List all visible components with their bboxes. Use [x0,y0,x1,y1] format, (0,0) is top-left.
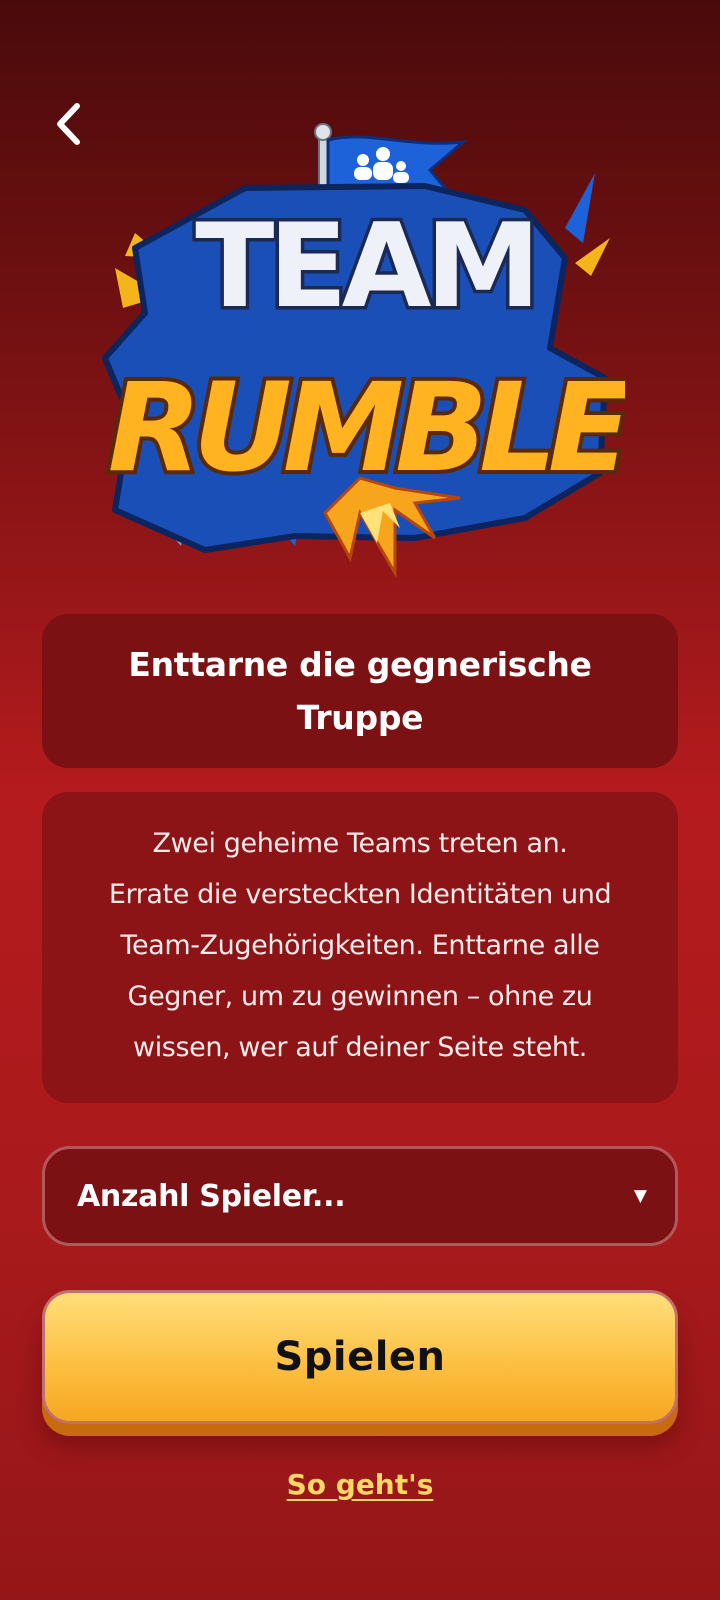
play-button-label: Spielen [274,1334,446,1380]
svg-text:RUMBLE: RUMBLE [108,357,625,499]
team-rumble-logo: TEAM RUMBLE [95,118,643,588]
headline: Enttarne die gegnerische Truppe [128,645,592,737]
headline-card: Enttarne die gegnerische Truppe [42,614,678,768]
back-button[interactable] [44,96,92,156]
player-count-select[interactable]: Anzahl Spieler... ▼ [42,1146,678,1246]
play-button[interactable]: Spielen [42,1290,678,1424]
player-count-placeholder: Anzahl Spieler... [77,1178,346,1214]
chevron-left-icon [53,101,83,151]
description-card: Zwei geheime Teams treten an. Errate die… [42,792,678,1103]
svg-text:TEAM: TEAM [195,199,535,334]
caret-down-icon: ▼ [633,1186,647,1206]
how-to-link[interactable]: So geht's [0,1468,720,1501]
description-text: Zwei geheime Teams treten an. Errate die… [108,828,612,1063]
